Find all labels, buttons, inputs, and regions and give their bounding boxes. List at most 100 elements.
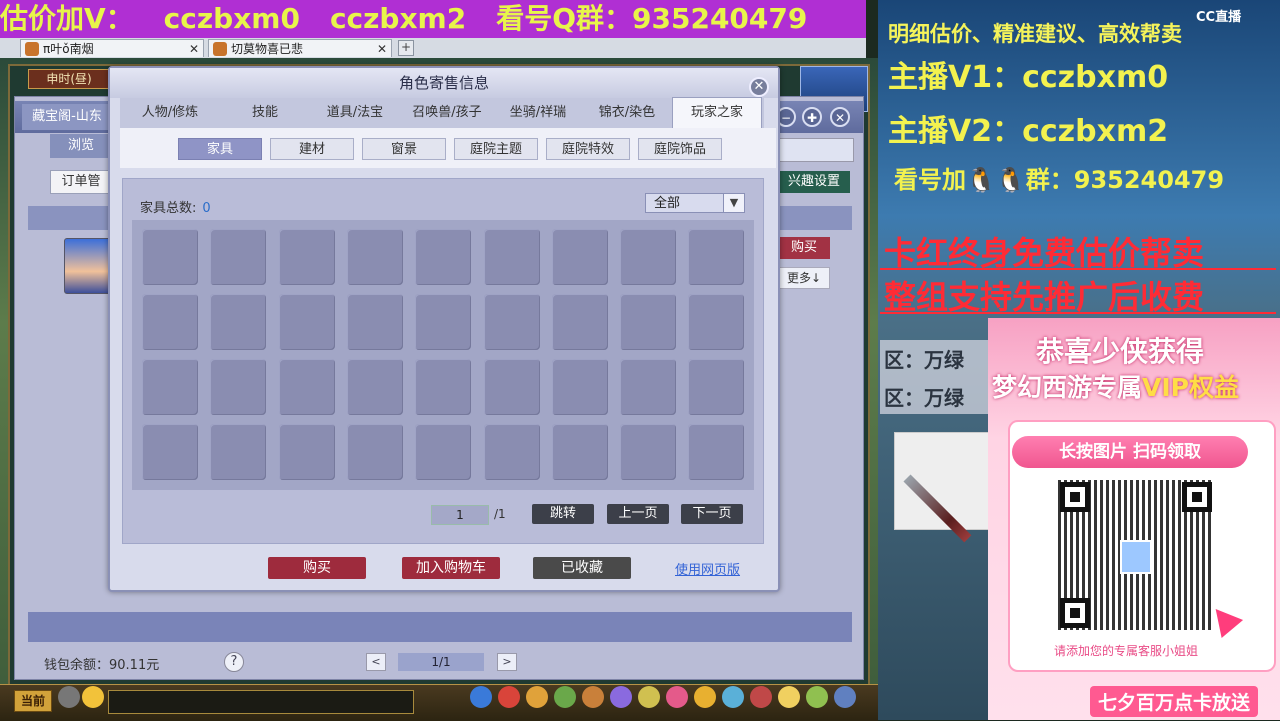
main-tab[interactable]: 锦衣/染色 [582,98,672,128]
furniture-slot[interactable] [620,229,677,285]
search-input[interactable] [778,138,854,162]
furniture-slot[interactable] [210,229,267,285]
item-icon[interactable] [666,686,688,708]
page-number-input[interactable]: 1 [431,505,489,525]
furniture-slot[interactable] [551,359,608,415]
main-tab[interactable]: 人物/修炼 [120,98,220,128]
furniture-slot[interactable] [551,229,608,285]
page-indicator: 1/1 [398,653,484,671]
window-close-icon[interactable]: ✕ [830,107,850,127]
next-page-button[interactable]: 下一页 [681,504,743,524]
furniture-slot[interactable] [210,359,267,415]
mic-icon[interactable] [58,686,80,708]
tab-close-icon[interactable]: ✕ [189,40,199,58]
furniture-slot[interactable] [688,424,745,480]
furniture-slot[interactable] [346,359,403,415]
collected-button[interactable]: 已收藏 [533,557,631,579]
main-tab[interactable]: 坐骑/祥瑞 [494,98,582,128]
item-icon[interactable] [778,686,800,708]
furniture-slot[interactable] [346,424,403,480]
furniture-slot[interactable] [278,359,335,415]
tab-close-icon[interactable]: ✕ [377,40,387,58]
treasure-window-tab[interactable]: 藏宝阁-山东 [22,104,112,130]
furniture-slot[interactable] [620,359,677,415]
furniture-slot[interactable] [415,424,472,480]
item-icon[interactable] [638,686,660,708]
furniture-slot[interactable] [415,294,472,350]
item-icon[interactable] [582,686,604,708]
item-icon[interactable] [498,686,520,708]
browser-tab-strip: π叶ǒ南烟 ✕ 切莫物喜已悲 ✕ + [0,38,866,59]
item-icon[interactable] [526,686,548,708]
main-tab[interactable]: 技能 [220,98,310,128]
chat-input[interactable] [108,690,414,714]
main-tab[interactable]: 召唤兽/孩子 [400,98,494,128]
current-channel-button[interactable]: 当前 [14,690,52,712]
item-icon[interactable] [722,686,744,708]
order-manage-button[interactable]: 订单管 [50,170,112,194]
prev-page-icon[interactable]: < [366,653,386,671]
item-icon[interactable] [610,686,632,708]
furniture-slot[interactable] [278,424,335,480]
furniture-slot[interactable] [551,424,608,480]
next-page-icon[interactable]: > [497,653,517,671]
vip-subtitle-b: VIP权益 [1142,373,1239,402]
item-icon[interactable] [806,686,828,708]
more-button[interactable]: 更多↓ [778,267,830,289]
item-icon[interactable] [834,686,856,708]
sub-tab[interactable]: 庭院主题 [454,138,538,160]
main-tab[interactable]: 道具/法宝 [310,98,400,128]
help-icon[interactable]: ? [224,652,244,672]
furniture-slot[interactable] [210,294,267,350]
close-icon[interactable]: ✕ [749,77,769,97]
furniture-slot[interactable] [688,294,745,350]
interest-settings-button[interactable]: 兴趣设置 [778,171,850,193]
emoji-icon[interactable] [82,686,104,708]
sub-tab[interactable]: 家具 [178,138,262,160]
sub-tab[interactable]: 庭院饰品 [638,138,722,160]
sub-tab[interactable]: 建材 [270,138,354,160]
furniture-slot[interactable] [210,424,267,480]
bg-buy-button[interactable]: 购买 [778,237,830,259]
item-icon[interactable] [554,686,576,708]
chevron-down-icon[interactable]: ▼ [723,194,744,212]
furniture-slot[interactable] [278,229,335,285]
settings-icon[interactable]: ✚ [802,107,822,127]
furniture-slot[interactable] [483,424,540,480]
furniture-slot[interactable] [483,294,540,350]
item-icon[interactable] [750,686,772,708]
platform-logo: CC直播 [1196,10,1242,25]
furniture-slot[interactable] [142,229,198,285]
main-tab[interactable]: 玩家之家 [672,97,762,129]
furniture-slot[interactable] [142,424,198,480]
category-select[interactable]: 全部 ▼ [645,193,745,213]
prev-page-button[interactable]: 上一页 [607,504,669,524]
browser-tab[interactable]: 切莫物喜已悲 ✕ [208,39,392,57]
vip-title: 恭喜少侠获得 [1036,335,1205,368]
furniture-slot[interactable] [142,359,198,415]
furniture-slot[interactable] [483,229,540,285]
sub-tab[interactable]: 窗景 [362,138,446,160]
furniture-slot[interactable] [620,424,677,480]
sub-tab[interactable]: 庭院特效 [546,138,630,160]
furniture-slot[interactable] [346,229,403,285]
add-to-cart-button[interactable]: 加入购物车 [402,557,500,579]
skill-icon[interactable] [470,686,492,708]
new-tab-icon[interactable]: + [398,40,414,56]
item-icon[interactable] [694,686,716,708]
browser-tab[interactable]: π叶ǒ南烟 ✕ [20,39,204,57]
jump-button[interactable]: 跳转 [532,504,594,524]
furniture-slot[interactable] [346,294,403,350]
furniture-slot[interactable] [415,229,472,285]
furniture-slot[interactable] [620,294,677,350]
furniture-slot[interactable] [551,294,608,350]
web-version-link[interactable]: 使用网页版 [675,559,740,578]
furniture-slot[interactable] [415,359,472,415]
buy-button[interactable]: 购买 [268,557,366,579]
furniture-slot[interactable] [688,359,745,415]
furniture-slot[interactable] [278,294,335,350]
furniture-slot[interactable] [483,359,540,415]
furniture-slot[interactable] [688,229,745,285]
browse-tab[interactable]: 浏览 [50,134,112,158]
furniture-slot[interactable] [142,294,198,350]
